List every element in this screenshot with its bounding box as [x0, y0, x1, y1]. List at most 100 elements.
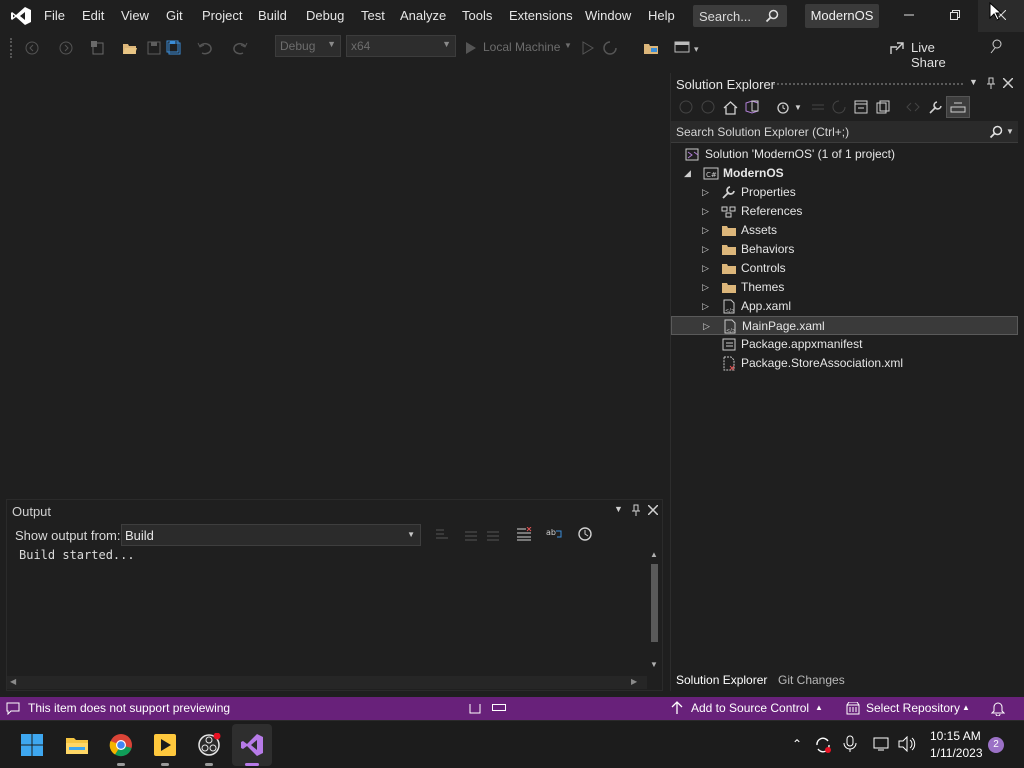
- speech-bubble-icon[interactable]: [6, 702, 20, 715]
- collapsed-arrow-icon[interactable]: ▷: [703, 321, 713, 331]
- add-to-source-control-button[interactable]: Add to Source Control ▲: [669, 697, 829, 720]
- toolbar-grip[interactable]: [10, 38, 14, 58]
- tab-solution-explorer[interactable]: Solution Explorer: [676, 673, 767, 687]
- save-icon[interactable]: [146, 40, 162, 56]
- visual-studio-logo-icon[interactable]: [10, 6, 32, 26]
- preview-selected-items-button[interactable]: [946, 96, 970, 118]
- collapsed-arrow-icon[interactable]: ▷: [702, 225, 712, 235]
- sync-status-icon[interactable]: [814, 736, 832, 754]
- redo-icon[interactable]: [232, 40, 248, 56]
- clock-date[interactable]: 1/11/2023: [930, 746, 983, 760]
- find-message-in-code-icon[interactable]: [435, 527, 449, 541]
- navigate-forward-icon[interactable]: [58, 40, 74, 56]
- menu-project[interactable]: Project: [202, 8, 242, 23]
- collapsed-arrow-icon[interactable]: ▷: [702, 244, 712, 254]
- expanded-arrow-icon[interactable]: ◢: [684, 168, 694, 178]
- obs-studio-icon[interactable]: [197, 733, 221, 757]
- switch-views-icon[interactable]: [744, 99, 760, 115]
- toolbar-overflow-icon[interactable]: ▾: [694, 44, 699, 55]
- scroll-right-icon[interactable]: ▶: [631, 677, 637, 686]
- collapsed-arrow-icon[interactable]: ▷: [702, 206, 712, 216]
- browse-folder-icon[interactable]: [643, 40, 659, 56]
- platform-combo[interactable]: x64 ▼: [346, 35, 456, 57]
- forward-icon[interactable]: [701, 100, 715, 114]
- next-message-icon[interactable]: [486, 527, 500, 541]
- layout-icon[interactable]: [674, 40, 690, 56]
- feedback-icon[interactable]: [988, 38, 1004, 54]
- menu-build[interactable]: Build: [258, 8, 287, 23]
- menu-edit[interactable]: Edit: [82, 8, 104, 23]
- collapsed-arrow-icon[interactable]: ▷: [702, 263, 712, 273]
- tree-item[interactable]: ▷ </> App.xaml: [671, 297, 1018, 316]
- tree-item[interactable]: ▷ References: [671, 202, 1018, 221]
- minimize-button[interactable]: [886, 0, 932, 32]
- insert-mode-icon[interactable]: [492, 704, 506, 712]
- line-indicator-icon[interactable]: [469, 704, 481, 714]
- chevron-down-icon[interactable]: ▼: [794, 103, 802, 112]
- collapsed-arrow-icon[interactable]: ▷: [702, 301, 712, 311]
- view-code-icon[interactable]: [906, 100, 920, 114]
- tree-item[interactable]: ▷ Behaviors: [671, 240, 1018, 259]
- vertical-scrollbar[interactable]: ▲ ▼: [648, 550, 661, 674]
- visual-studio-taskbar-button[interactable]: [232, 724, 272, 766]
- volume-icon[interactable]: [898, 736, 916, 752]
- collapsed-arrow-icon[interactable]: ▷: [702, 187, 712, 197]
- pin-icon[interactable]: [986, 77, 996, 90]
- navigate-backward-icon[interactable]: [24, 40, 40, 56]
- chevron-down-icon[interactable]: ▼: [1006, 127, 1014, 136]
- pin-icon[interactable]: [631, 504, 641, 517]
- menu-test[interactable]: Test: [361, 8, 385, 23]
- live-share-button[interactable]: Live Share: [889, 38, 969, 70]
- scroll-left-icon[interactable]: ◀: [10, 677, 16, 686]
- tree-item[interactable]: ◢ C# ModernOS: [671, 164, 1018, 183]
- open-file-icon[interactable]: [122, 40, 138, 56]
- scrollbar-thumb[interactable]: [651, 564, 658, 642]
- collapsed-arrow-icon[interactable]: ▷: [702, 282, 712, 292]
- notifications-bell-icon[interactable]: [991, 701, 1005, 716]
- solution-search-box[interactable]: Search Solution Explorer (Ctrl+;) ▼: [671, 121, 1018, 143]
- refresh-icon[interactable]: [832, 100, 846, 114]
- home-icon[interactable]: [723, 100, 738, 115]
- new-project-icon[interactable]: [90, 40, 106, 56]
- tree-item[interactable]: ▷ </> MainPage.xaml: [671, 316, 1018, 335]
- horizontal-scrollbar[interactable]: ◀ ▶: [7, 676, 647, 689]
- tree-item[interactable]: ▷ Properties: [671, 183, 1018, 202]
- solution-name-badge[interactable]: ModernOS: [805, 4, 879, 28]
- tree-item[interactable]: ▷ Assets: [671, 221, 1018, 240]
- tree-item[interactable]: ▷ Controls: [671, 259, 1018, 278]
- media-player-icon[interactable]: [153, 733, 177, 757]
- back-icon[interactable]: [679, 100, 693, 114]
- menu-analyze[interactable]: Analyze: [400, 8, 446, 23]
- sync-with-active-document-icon[interactable]: [811, 100, 825, 114]
- previous-message-icon[interactable]: [464, 527, 478, 541]
- select-repository-button[interactable]: Select Repository ▲: [845, 697, 980, 720]
- panel-options-dropdown-icon[interactable]: ▼: [614, 504, 623, 514]
- menu-window[interactable]: Window: [585, 8, 631, 23]
- close-icon[interactable]: [648, 505, 658, 515]
- clock-time[interactable]: 10:15 AM: [930, 729, 981, 743]
- close-icon[interactable]: [1003, 78, 1013, 88]
- microphone-icon[interactable]: [843, 735, 857, 753]
- panel-options-dropdown-icon[interactable]: ▼: [969, 77, 978, 87]
- toggle-word-wrap-icon[interactable]: ab: [546, 527, 562, 541]
- scroll-up-icon[interactable]: ▲: [650, 550, 658, 559]
- show-hidden-icons-icon[interactable]: ⌃: [792, 737, 802, 751]
- output-source-select[interactable]: Build ▼: [121, 524, 421, 546]
- menu-help[interactable]: Help: [648, 8, 675, 23]
- save-all-icon[interactable]: [166, 40, 182, 56]
- undo-icon[interactable]: [197, 40, 213, 56]
- hot-reload-icon[interactable]: [602, 40, 618, 56]
- menu-debug[interactable]: Debug: [306, 8, 344, 23]
- chrome-icon[interactable]: [109, 733, 133, 757]
- scroll-down-icon[interactable]: ▼: [650, 660, 658, 669]
- windows-start-icon[interactable]: [20, 733, 44, 757]
- tree-item[interactable]: ▷ Themes: [671, 278, 1018, 297]
- menu-git[interactable]: Git: [166, 8, 183, 23]
- output-text[interactable]: Build started...: [19, 548, 135, 562]
- properties-wrench-icon[interactable]: [928, 100, 943, 115]
- tab-git-changes[interactable]: Git Changes: [778, 673, 845, 687]
- pending-changes-filter-icon[interactable]: [776, 100, 791, 115]
- menu-view[interactable]: View: [121, 8, 149, 23]
- collapse-all-icon[interactable]: [854, 100, 868, 114]
- menu-extensions[interactable]: Extensions: [509, 8, 573, 23]
